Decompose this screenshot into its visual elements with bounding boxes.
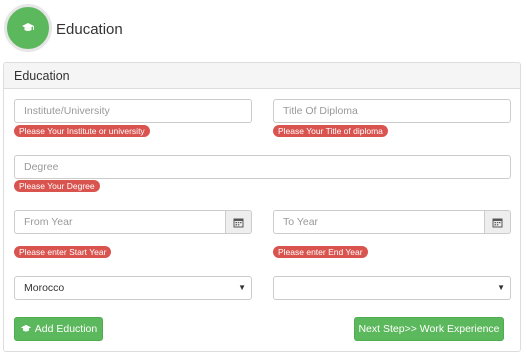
diploma-error: Please Your Title of diploma: [273, 125, 388, 137]
section-header: Education: [0, 0, 526, 60]
degree-error: Please Your Degree: [14, 180, 100, 192]
panel-heading: Education: [4, 63, 520, 89]
secondary-select[interactable]: ▼: [273, 276, 511, 300]
calendar-icon: [233, 218, 244, 227]
from-year-calendar-button[interactable]: [225, 210, 252, 234]
chevron-down-icon: ▼: [238, 283, 246, 292]
graduation-cap-icon: [22, 23, 34, 31]
institute-error: Please Your Institute or university: [14, 125, 150, 137]
graduation-cap-icon: [20, 324, 31, 332]
calendar-icon: [492, 218, 503, 227]
to-year-calendar-button[interactable]: [484, 210, 511, 234]
chevron-down-icon: ▼: [497, 283, 505, 292]
next-step-button[interactable]: Next Step>> Work Experience: [354, 317, 504, 341]
add-education-label: Add Eduction: [34, 323, 98, 335]
country-select[interactable]: Morocco ▼: [14, 276, 252, 300]
country-select-value: Morocco: [24, 282, 65, 294]
section-icon-circle: [4, 4, 52, 52]
institute-input[interactable]: Institute/University: [14, 99, 252, 123]
add-education-button[interactable]: Add Eduction: [14, 317, 103, 341]
section-title: Education: [56, 21, 123, 38]
next-step-label: Next Step>> Work Experience: [358, 323, 500, 335]
from-year-error: Please enter Start Year: [14, 246, 112, 258]
to-year-input[interactable]: To Year: [273, 210, 485, 234]
degree-input[interactable]: Degree: [14, 155, 511, 179]
to-year-error: Please enter End Year: [273, 246, 368, 258]
diploma-input[interactable]: Title Of Diploma: [273, 99, 511, 123]
from-year-input[interactable]: From Year: [14, 210, 226, 234]
